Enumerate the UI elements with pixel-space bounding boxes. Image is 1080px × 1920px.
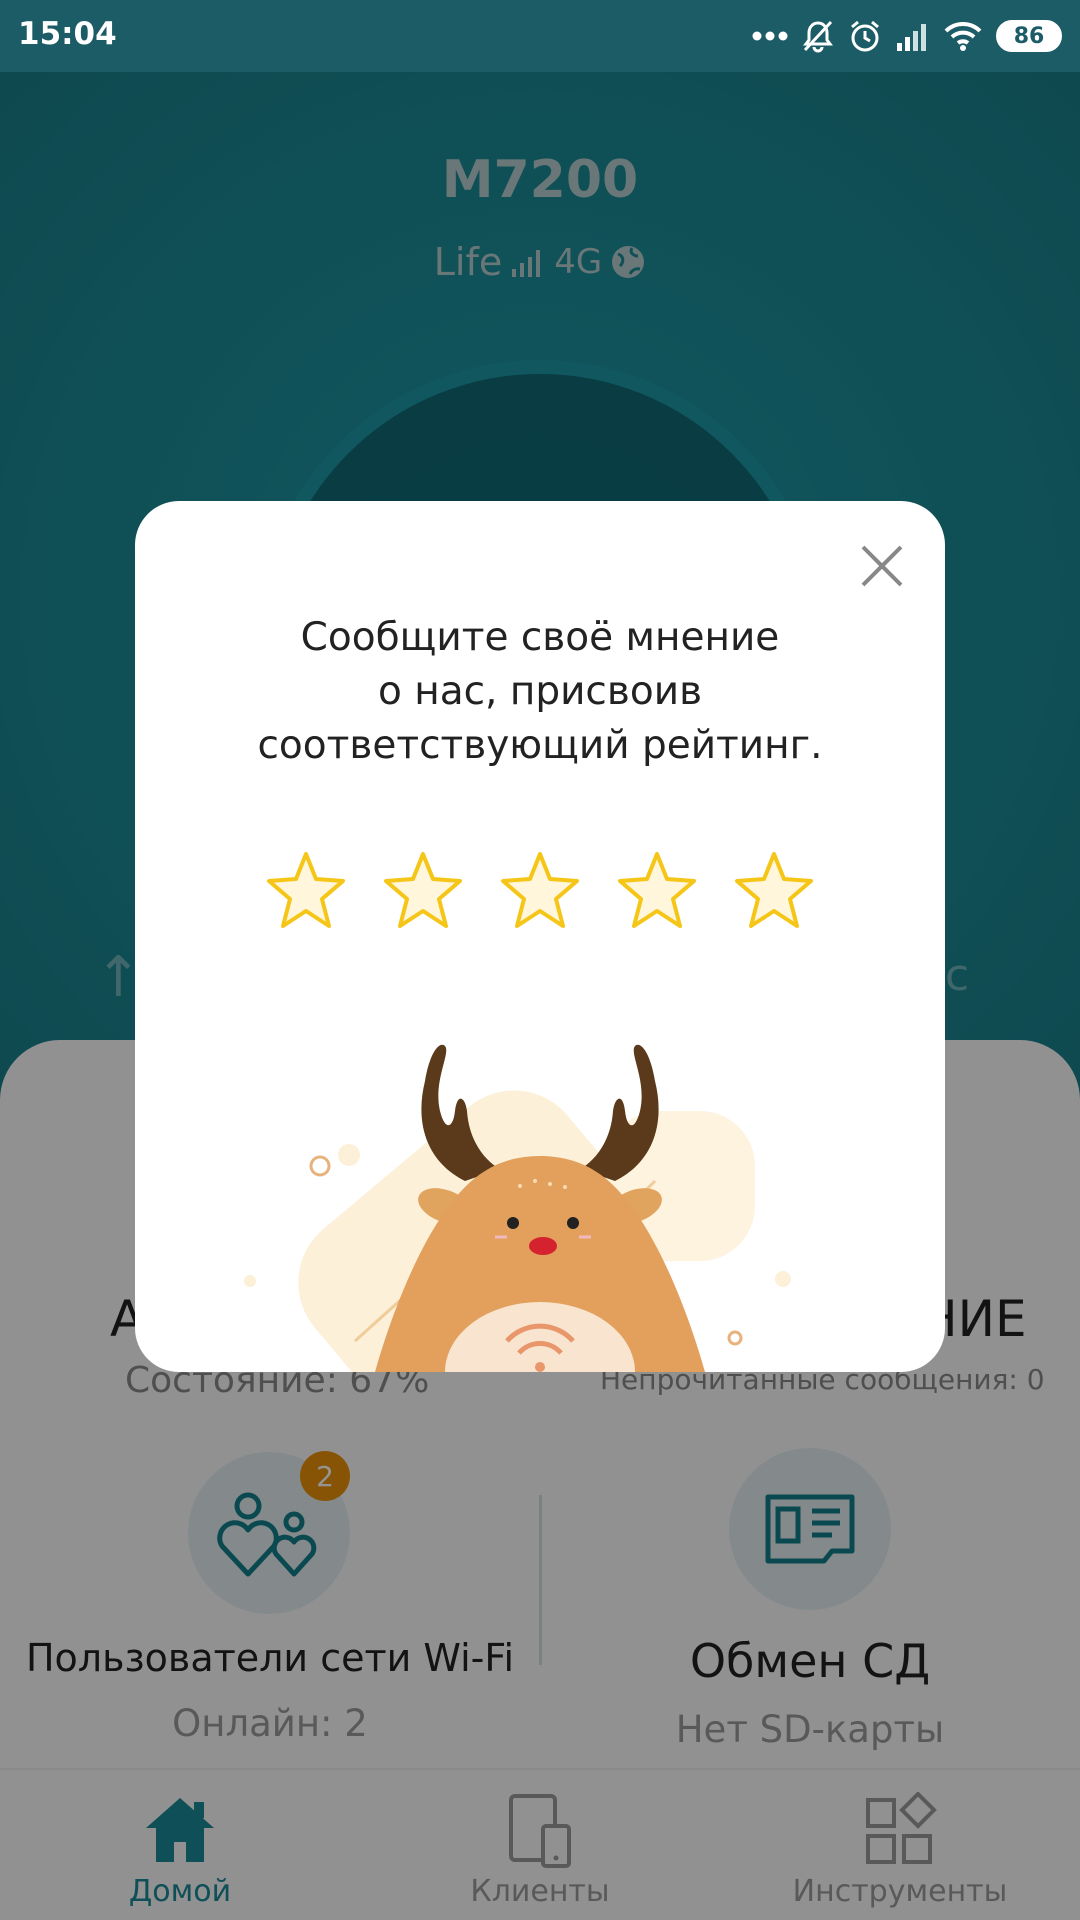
cell-signal-icon (897, 24, 926, 51)
star-3-icon[interactable] (499, 849, 581, 931)
rating-stars (265, 849, 815, 931)
status-icons: 86 (752, 16, 1062, 56)
status-bar: 15:04 86 (0, 0, 1080, 72)
star-1-icon[interactable] (265, 849, 347, 931)
star-5-icon[interactable] (733, 849, 815, 931)
star-4-icon[interactable] (616, 849, 698, 931)
wifi-icon (944, 21, 982, 51)
deer-mascot-illustration (244, 1044, 791, 1372)
battery-indicator: 86 (996, 20, 1062, 52)
rating-prompt: Сообщите своё мнение о нас, присвоив соо… (175, 611, 905, 773)
mute-bell-icon (803, 20, 833, 53)
rating-prompt-line-2: о нас, присвоив (377, 669, 703, 714)
alarm-icon (851, 20, 879, 52)
more-dots-icon (752, 31, 788, 41)
rating-dialog: Сообщите своё мнение о нас, присвоив соо… (135, 501, 945, 1372)
rating-prompt-line-1: Сообщите своё мнение (300, 615, 780, 660)
rating-prompt-line-3: соответствующий рейтинг. (257, 723, 823, 768)
status-time: 15:04 (18, 16, 117, 52)
star-2-icon[interactable] (382, 849, 464, 931)
close-icon[interactable] (857, 541, 907, 591)
